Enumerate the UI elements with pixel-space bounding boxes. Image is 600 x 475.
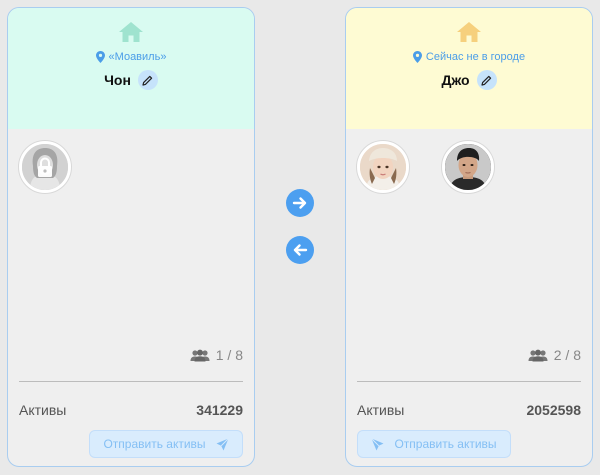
location-label: «Моавиль» [8,51,254,63]
home-icon [119,22,143,42]
player-name: Чон [104,72,131,88]
member-avatar[interactable] [357,141,409,193]
member-count: 1 / 8 [190,347,243,363]
right-player-card: Сейчас не в городе Джо 2 / 8 Активы 2052… [345,7,593,467]
male-avatar-icon [445,144,491,190]
edit-name-button[interactable] [137,70,158,90]
member-avatar[interactable] [442,141,494,193]
send-icon [216,437,229,450]
member-count-text: 2 / 8 [553,347,581,363]
assets-label: Активы [19,402,67,418]
arrow-left-icon [293,244,308,256]
assets-row: Активы 2052598 [357,402,581,418]
name-row: Чон [8,70,254,90]
assets-label: Активы [357,402,405,418]
member-count-text: 1 / 8 [215,347,243,363]
player-name: Джо [441,72,470,88]
home-icon [457,22,481,42]
transfer-left-button[interactable] [286,236,314,264]
send-assets-label: Отправить активы [394,437,497,451]
member-avatar-locked[interactable] [19,141,71,193]
members-list [19,141,243,196]
send-assets-label: Отправить активы [103,437,206,451]
pencil-icon [142,75,153,86]
group-icon [528,349,548,361]
location-pin-icon [95,51,105,63]
left-player-card: «Моавиль» Чон 1 / 8 Активы 341229 Отправ… [7,7,255,467]
location-label: Сейчас не в городе [346,51,592,63]
group-icon [190,349,210,361]
members-list [357,141,581,196]
send-assets-button[interactable]: Отправить активы [357,430,511,458]
assets-value: 2052598 [526,402,581,418]
pencil-icon [481,75,492,86]
transfer-right-button[interactable] [286,189,314,217]
location-text: «Моавиль» [108,51,167,63]
edit-name-button[interactable] [476,70,497,90]
location-pin-icon [412,51,422,63]
location-text: Сейчас не в городе [425,51,526,63]
send-assets-button[interactable]: Отправить активы [89,430,243,458]
locked-avatar-icon [22,144,68,190]
right-card-header: Сейчас не в городе Джо [346,8,592,129]
assets-row: Активы 341229 [19,402,243,418]
send-icon [371,437,384,450]
member-count: 2 / 8 [528,347,581,363]
name-row: Джо [346,70,592,90]
divider [357,381,581,382]
arrow-right-icon [292,197,307,209]
female-avatar-icon [360,144,406,190]
divider [19,381,243,382]
assets-value: 341229 [196,402,243,418]
left-card-header: «Моавиль» Чон [8,8,254,129]
